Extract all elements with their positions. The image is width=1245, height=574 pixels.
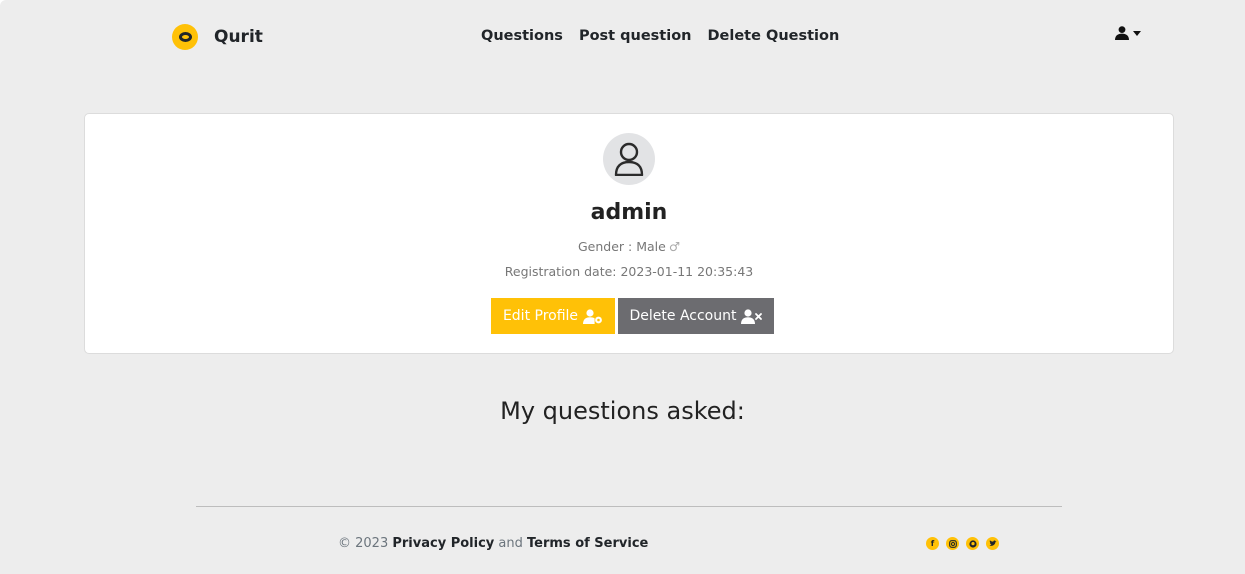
- footer-copyright: © 2023: [338, 536, 389, 551]
- my-questions-heading: My questions asked:: [500, 397, 745, 425]
- delete-account-button[interactable]: Delete Account: [618, 298, 774, 334]
- facebook-icon[interactable]: f: [926, 537, 939, 550]
- user-gear-icon: [583, 308, 602, 324]
- social-links: f: [926, 537, 1006, 550]
- github-icon[interactable]: [966, 537, 979, 550]
- page-frame: Qurit Questions Post question Delete Que…: [0, 0, 1245, 574]
- footer-text: © 2023 Privacy Policy and Terms of Servi…: [338, 536, 648, 551]
- nav-link-questions[interactable]: Questions: [481, 28, 563, 44]
- twitter-icon[interactable]: [986, 537, 999, 550]
- edit-profile-label: Edit Profile: [502, 308, 579, 324]
- brand-link[interactable]: Qurit: [172, 24, 263, 50]
- user-icon: [1115, 26, 1129, 40]
- nav-links: Questions Post question Delete Question: [481, 28, 855, 44]
- delete-account-label: Delete Account: [629, 308, 737, 324]
- qurit-logo-icon: [172, 24, 198, 50]
- user-menu-dropdown[interactable]: [1114, 26, 1141, 40]
- profile-card: admin Gender : Male ♂ Registration date: …: [84, 113, 1174, 354]
- navbar: Qurit Questions Post question Delete Que…: [0, 0, 1245, 74]
- registration-date: Registration date: 2023-01-11 20:35:43: [504, 264, 754, 279]
- footer-and: and: [498, 536, 523, 551]
- brand-name: Qurit: [214, 27, 263, 47]
- profile-gender: Gender : Male ♂: [85, 239, 1173, 254]
- nav-link-delete-question[interactable]: Delete Question: [708, 28, 840, 44]
- avatar: [603, 133, 655, 185]
- edit-profile-button[interactable]: Edit Profile: [491, 298, 615, 334]
- profile-username: admin: [590, 200, 668, 225]
- male-symbol-icon: ♂: [668, 239, 681, 254]
- terms-of-service-link[interactable]: Terms of Service: [527, 536, 648, 551]
- privacy-policy-link[interactable]: Privacy Policy: [392, 536, 494, 551]
- nav-link-post-question[interactable]: Post question: [579, 28, 692, 44]
- chevron-down-icon: [1133, 31, 1141, 36]
- user-outline-icon: [614, 142, 644, 176]
- instagram-icon[interactable]: [946, 537, 959, 550]
- footer-divider: [196, 506, 1062, 507]
- gender-label: Gender : Male: [577, 239, 666, 254]
- user-xmark-icon: [741, 308, 763, 324]
